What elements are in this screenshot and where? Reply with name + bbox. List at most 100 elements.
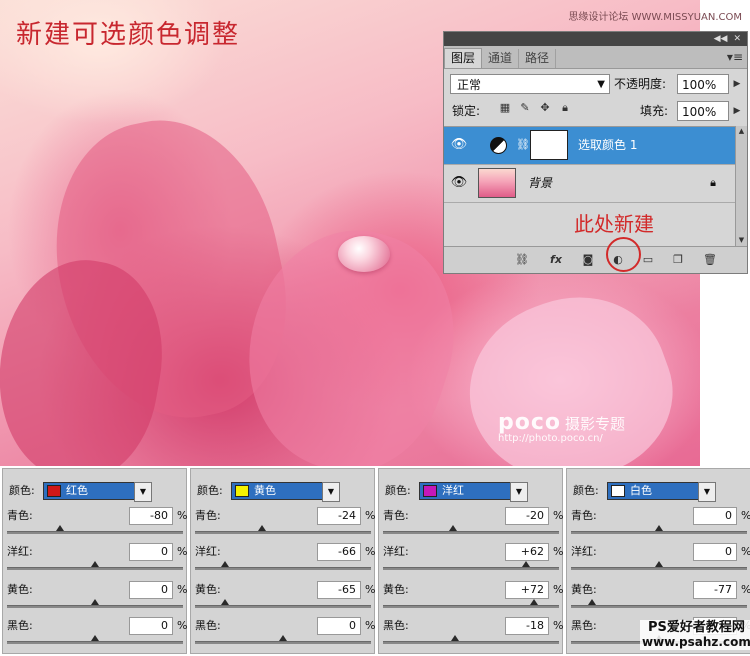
slider-label: 黄色: <box>7 583 33 596</box>
lock-all-icon[interactable]: 🔒︎ <box>558 101 572 115</box>
add-mask-icon[interactable]: ◙ <box>580 252 596 268</box>
colors-select[interactable]: 洋红 ▼ <box>419 482 528 502</box>
layers-scrollbar[interactable]: ▲ ▼ <box>735 126 747 246</box>
slider-value-input[interactable]: 0 <box>129 581 173 599</box>
slider-row: 洋红: +62% <box>383 543 564 577</box>
selective-color-panel: 颜色: 黄色 ▼ 青色: -24% 洋红: -66% 黄色: -65% 黑色: 0% <box>190 468 375 654</box>
dropdown-arrow-icon[interactable]: ▼ <box>322 482 340 502</box>
slider-track[interactable] <box>383 605 559 608</box>
slider-thumb[interactable] <box>220 561 229 567</box>
lock-position-icon[interactable]: ✥ <box>538 101 552 115</box>
lock-transparency-icon[interactable]: ▦ <box>498 101 512 115</box>
slider-thumb[interactable] <box>588 599 597 605</box>
layer-mask-thumbnail[interactable] <box>530 130 568 160</box>
slider-track[interactable] <box>195 531 371 534</box>
slider-thumb[interactable] <box>451 635 460 641</box>
opacity-input[interactable]: 100% <box>677 74 729 94</box>
panel-menu-icon[interactable]: ▾≡ <box>727 50 743 64</box>
slider-value-input[interactable]: 0 <box>129 617 173 635</box>
colors-select[interactable]: 黄色 ▼ <box>231 482 340 502</box>
slider-track[interactable] <box>195 567 371 570</box>
slider-thumb[interactable] <box>655 525 663 531</box>
opacity-arrow-icon[interactable]: ▶ <box>731 74 743 94</box>
colors-select[interactable]: 白色 ▼ <box>607 482 716 502</box>
colors-select[interactable]: 红色 ▼ <box>43 482 152 502</box>
slider-thumb[interactable] <box>91 635 99 641</box>
slider-track[interactable] <box>571 531 747 534</box>
slider-thumb[interactable] <box>449 525 458 531</box>
slider-value-input[interactable]: +62 <box>505 543 549 561</box>
layer-row-selective-color[interactable]: 👁︎ ⛓︎ 选取颜色 1 <box>444 127 736 165</box>
colors-label: 颜色: <box>573 484 599 497</box>
slider-value-input[interactable]: 0 <box>693 507 737 525</box>
dropdown-arrow-icon[interactable]: ▼ <box>510 482 528 502</box>
scroll-up-icon[interactable]: ▲ <box>736 126 747 137</box>
blend-mode-value: 正常 <box>457 78 482 92</box>
slider-thumb[interactable] <box>55 525 64 531</box>
slider-thumb[interactable] <box>220 599 229 605</box>
slider-thumb[interactable] <box>521 561 530 567</box>
slider-thumb[interactable] <box>91 599 99 605</box>
percent-sign: % <box>553 545 564 558</box>
adjustment-layer-icon <box>490 137 507 154</box>
dropdown-arrow-icon[interactable]: ▼ <box>698 482 716 502</box>
slider-label: 洋红: <box>195 545 221 558</box>
slider-track[interactable] <box>383 641 559 644</box>
slider-track[interactable] <box>195 605 371 608</box>
slider-value-input[interactable]: 0 <box>693 543 737 561</box>
delete-layer-icon[interactable]: 🗑︎ <box>702 252 718 268</box>
slider-track[interactable] <box>7 641 183 644</box>
slider-value-input[interactable]: -20 <box>505 507 549 525</box>
slider-value-input[interactable]: +72 <box>505 581 549 599</box>
dropdown-arrow-icon[interactable]: ▼ <box>134 482 152 502</box>
slider-value-input[interactable]: -18 <box>505 617 549 635</box>
slider-thumb[interactable] <box>530 599 539 605</box>
slider-track[interactable] <box>383 567 559 570</box>
slider-value-input[interactable]: -80 <box>129 507 173 525</box>
visibility-eye-icon[interactable]: 👁︎ <box>450 137 468 152</box>
slider-value-input[interactable]: -24 <box>317 507 361 525</box>
new-layer-icon[interactable]: ❐ <box>670 252 686 268</box>
slider-track[interactable] <box>7 531 183 534</box>
slider-track[interactable] <box>383 531 559 534</box>
slider-value-input[interactable]: -66 <box>317 543 361 561</box>
percent-sign: % <box>741 543 750 561</box>
lock-paint-icon[interactable]: ✎ <box>518 101 532 115</box>
visibility-eye-icon[interactable]: 👁︎ <box>450 175 468 190</box>
slider-value-input[interactable]: -65 <box>317 581 361 599</box>
slider-track[interactable] <box>571 567 747 570</box>
slider-track[interactable] <box>7 567 183 570</box>
slider-value-input[interactable]: 0 <box>317 617 361 635</box>
tab-channels[interactable]: 通道 <box>482 49 520 68</box>
close-icon[interactable]: ✕ <box>733 34 741 44</box>
percent-sign: % <box>177 545 188 558</box>
fx-icon[interactable]: fx <box>548 252 564 268</box>
fill-input[interactable]: 100% <box>677 101 729 121</box>
slider-thumb[interactable] <box>279 635 287 641</box>
slider-row: 黑色: 0% <box>7 617 187 651</box>
slider-track[interactable] <box>195 641 371 644</box>
slider-thumb[interactable] <box>257 525 266 531</box>
layer-row-background[interactable]: 👁︎ 背景 🔒︎ <box>444 165 736 203</box>
slider-thumb[interactable] <box>655 561 663 567</box>
slider-track[interactable] <box>7 605 183 608</box>
slider-track[interactable] <box>571 605 747 608</box>
tab-paths[interactable]: 路径 <box>519 49 557 68</box>
percent-sign: % <box>553 509 564 522</box>
slider-value-input[interactable]: -77 <box>693 581 737 599</box>
new-group-icon[interactable]: ▭ <box>640 252 656 268</box>
blend-mode-select[interactable]: 正常 ▼ <box>450 74 610 94</box>
link-chain-icon[interactable]: ⛓︎ <box>516 138 530 151</box>
slider-value-input[interactable]: 0 <box>129 543 173 561</box>
link-layers-icon[interactable]: ⛓︎ <box>514 252 530 268</box>
poco-watermark: poco 摄影专题 http://photo.poco.cn/ <box>498 410 625 444</box>
slider-thumb[interactable] <box>91 561 99 567</box>
fill-arrow-icon[interactable]: ▶ <box>731 101 743 121</box>
page-title: 新建可选颜色调整 <box>16 20 241 50</box>
collapse-icon[interactable]: ◀◀ <box>714 34 728 44</box>
layer-name: 选取颜色 1 <box>578 138 638 152</box>
colors-row: 颜色: 洋红 ▼ <box>383 481 559 502</box>
watermark-brand: poco <box>498 410 562 435</box>
scroll-down-icon[interactable]: ▼ <box>736 235 747 246</box>
tab-layers[interactable]: 图层 <box>444 48 483 68</box>
